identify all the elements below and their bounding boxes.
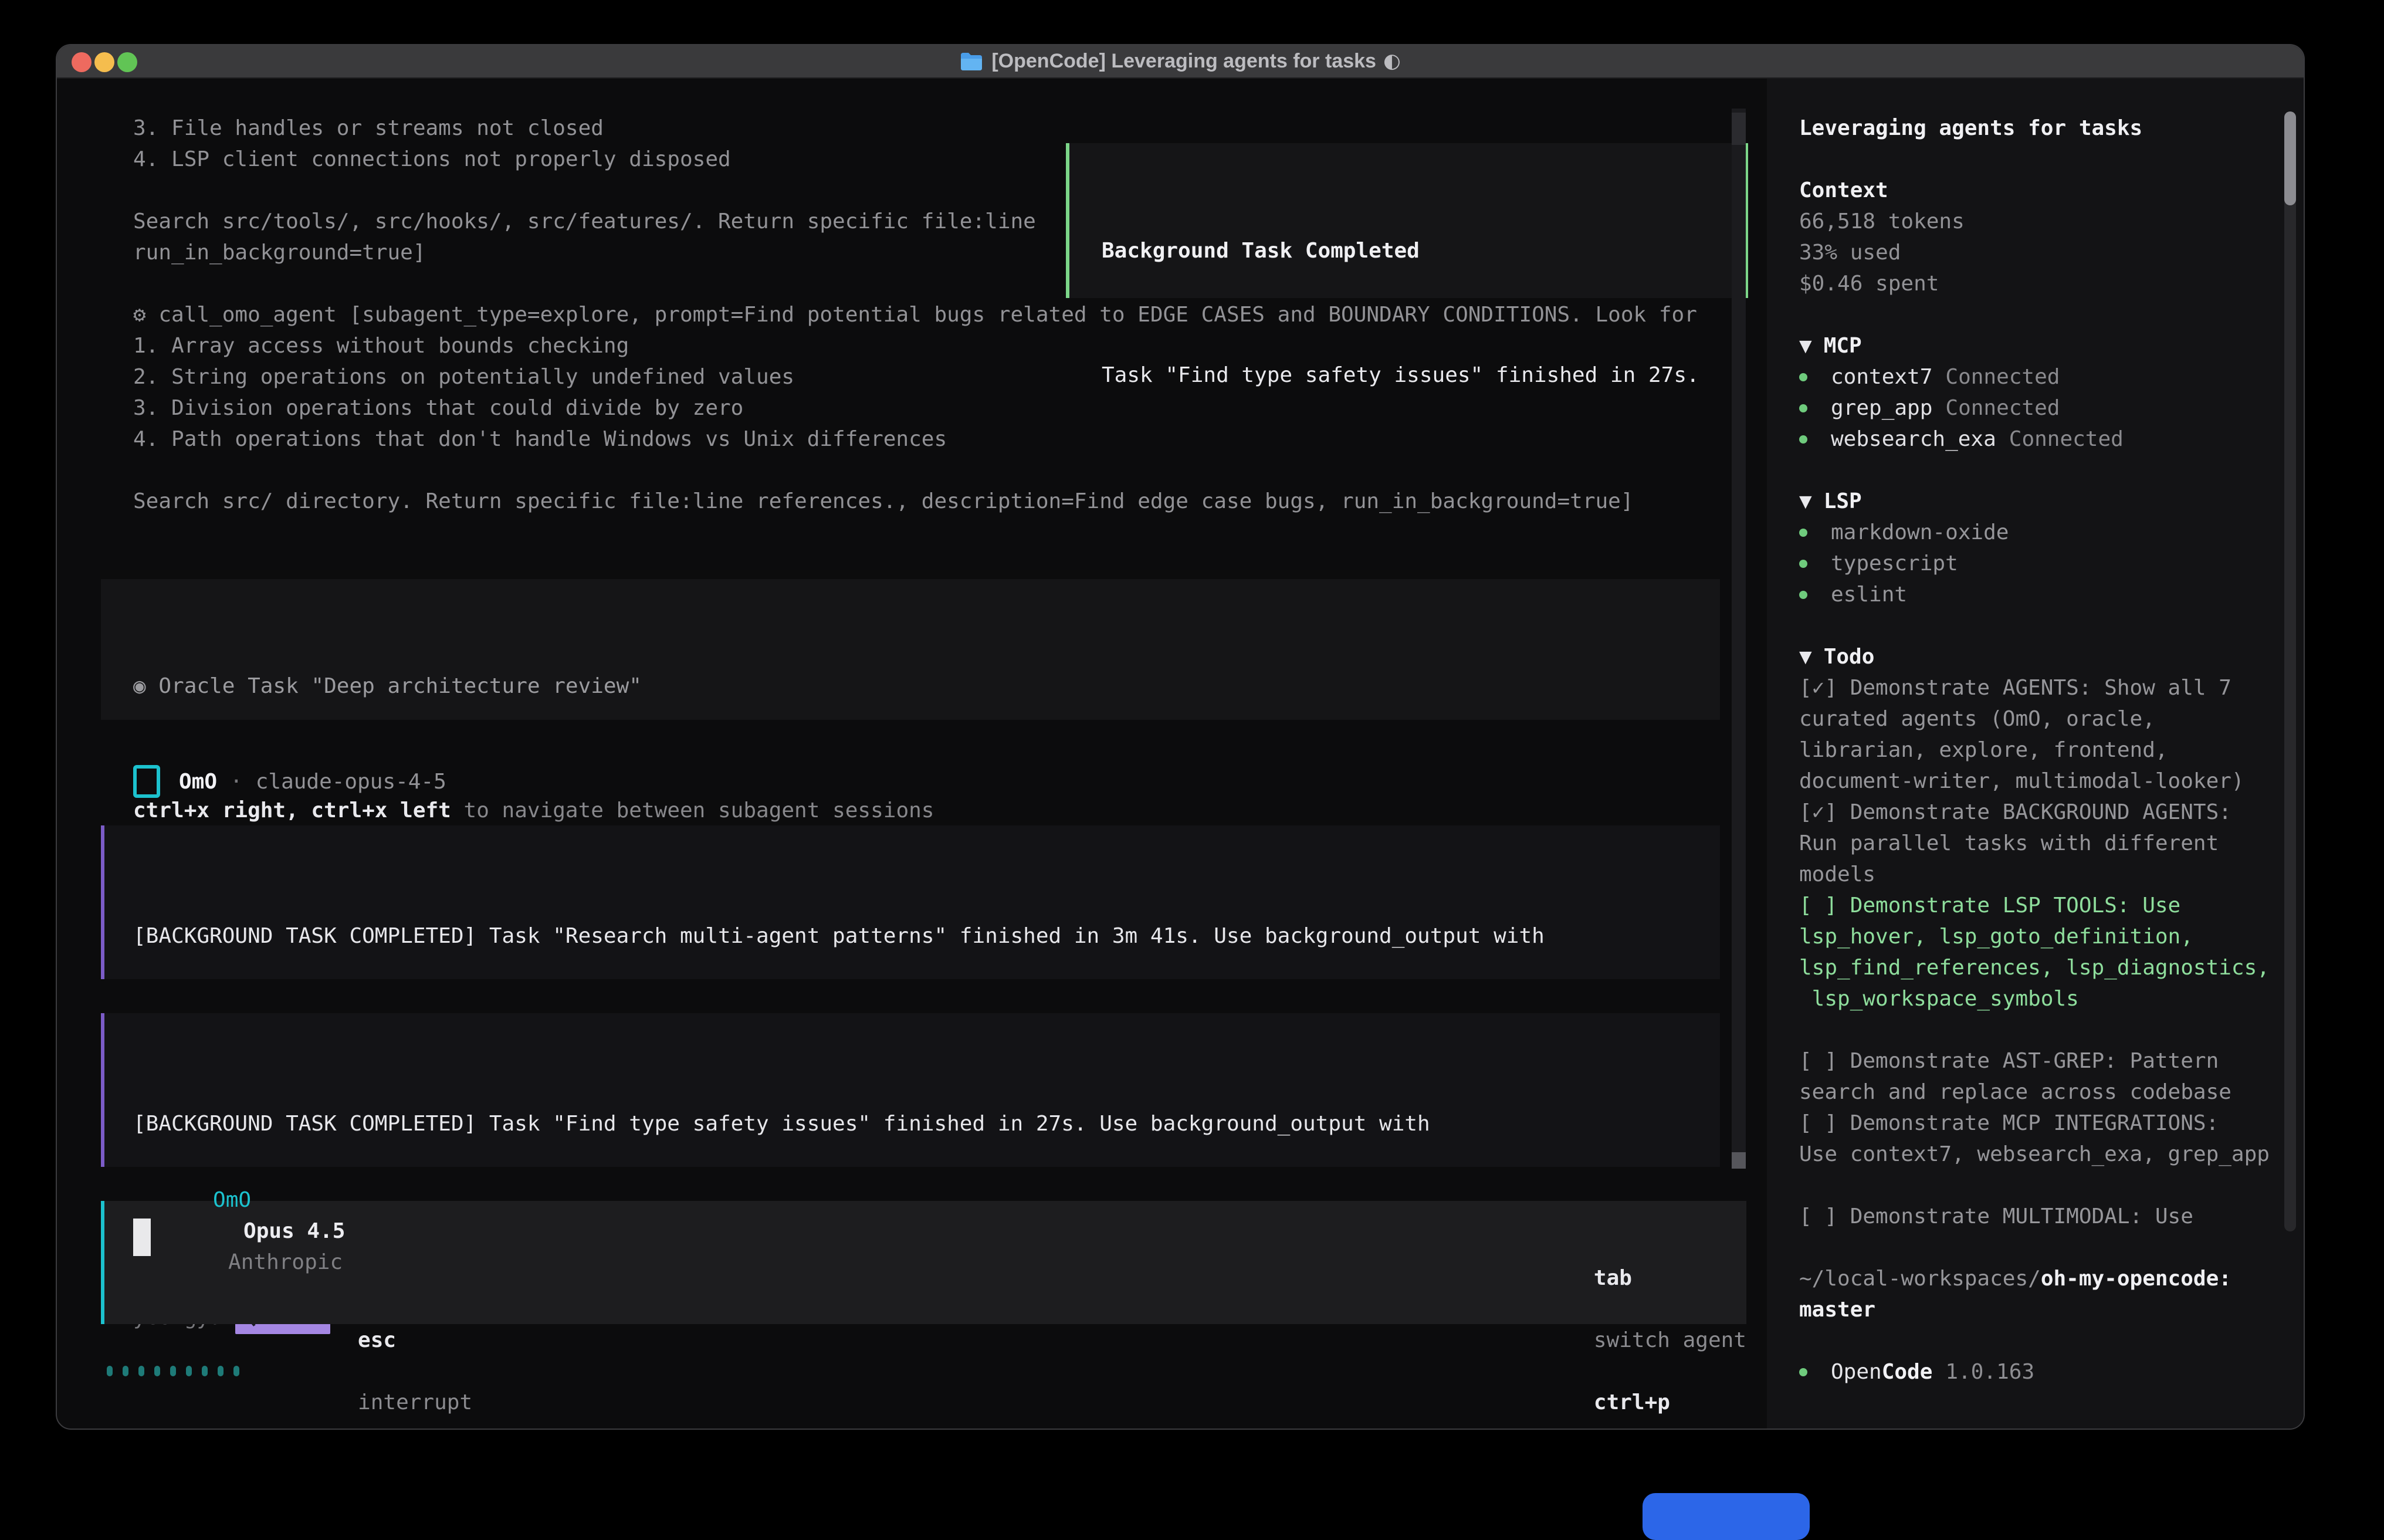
esc-key-hint[interactable]: esc (358, 1328, 396, 1352)
active-model-label[interactable]: Opus 4.5 (243, 1219, 345, 1243)
todo-item-pending: [ ] Demonstrate MULTIMODAL: Use (1799, 1201, 2305, 1232)
lsp-item: eslint (1799, 579, 2305, 610)
background-task-message[interactable]: [BACKGROUND TASK COMPLETED] Task "Find t… (101, 1013, 1720, 1167)
toast-body: Task "Find type safety issues" finished … (1102, 360, 1745, 391)
log-line (133, 455, 1731, 486)
mcp-item: websearch_exaConnected (1799, 424, 2305, 455)
working-spinner-dots (107, 1366, 249, 1376)
status-bar: esc interrupt tab switch agent ctrl+p co… (101, 1355, 1746, 1387)
dock-app-icon[interactable] (1643, 1493, 1810, 1540)
agent-avatar-icon (133, 765, 160, 798)
main-scrollbar-thumb[interactable] (1732, 1152, 1746, 1169)
context-section: Context 66,518 tokens 33% used $0.46 spe… (1799, 175, 2305, 299)
todo-heading[interactable]: ▼Todo (1799, 641, 2305, 672)
ctrlp-key-hint[interactable]: ctrl+p (1594, 1390, 1670, 1414)
active-agent-label: OmO (213, 1188, 251, 1212)
log-line: 1. Array access without bounds checking (133, 330, 1731, 361)
input-footer: OmO Opus 4.5 Anthropic (137, 1153, 345, 1309)
collapse-triangle-icon: ▼ (1799, 489, 1812, 513)
status-dot-icon (1799, 529, 1807, 537)
model-provider-label: Anthropic (228, 1250, 343, 1274)
status-dot-icon (1799, 404, 1807, 412)
esc-key-action: interrupt (358, 1390, 472, 1414)
folder-icon (960, 52, 983, 72)
oracle-task-headline: ◉ Oracle Task "Deep architecture review" (133, 671, 1720, 702)
log-line: 3. File handles or streams not closed (133, 113, 1731, 144)
agent-message-header: OmO · claude-opus-4-5 (133, 766, 446, 797)
todo-section: ▼Todo [✓] Demonstrate AGENTS: Show all 7… (1799, 641, 2305, 1232)
todo-item-pending: [ ] Demonstrate AST-GREP: Pattern search… (1799, 1045, 2305, 1108)
toast-title: Background Task Completed (1102, 235, 1745, 266)
background-task-toast: Background Task Completed Task "Find typ… (1066, 143, 1748, 298)
tab-key-hint[interactable]: tab (1594, 1266, 1632, 1290)
context-used: 33% used (1799, 237, 2305, 268)
oracle-task-panel[interactable]: ◉ Oracle Task "Deep architecture review"… (101, 579, 1720, 720)
context-heading: Context (1799, 175, 2305, 206)
collapse-triangle-icon: ▼ (1799, 334, 1812, 358)
window-title-suffix: ◐ (1383, 46, 1401, 77)
todo-item-pending: [ ] Demonstrate MCP INTEGRATIONS: Use co… (1799, 1108, 2305, 1170)
mcp-item: grep_appConnected (1799, 392, 2305, 424)
mcp-item: context7Connected (1799, 361, 2305, 392)
status-dot-icon (1799, 560, 1807, 568)
version-line: OpenCode 1.0.163 (1799, 1356, 2305, 1387)
context-tokens: 66,518 tokens (1799, 206, 2305, 237)
lsp-section: ▼LSP markdown-oxide typescript eslint (1799, 486, 2305, 610)
task-message-line: [BACKGROUND TASK COMPLETED] Task "Resear… (133, 920, 1720, 952)
separator-dot: · (230, 766, 243, 797)
workspace-branch: master (1799, 1294, 2305, 1325)
context-spent: $0.46 spent (1799, 268, 2305, 299)
main-scrollbar[interactable] (1732, 109, 1746, 1169)
window-title: [OpenCode] Leveraging agents for tasks (991, 46, 1376, 77)
mcp-section: ▼MCP context7Connected grep_appConnected… (1799, 330, 2305, 455)
tab-key-action: switch agent (1594, 1328, 1746, 1352)
session-sidebar[interactable]: Leveraging agents for tasks Context 66,5… (1767, 79, 2305, 1430)
zoom-window-button[interactable] (117, 52, 137, 72)
task-message-line: [BACKGROUND TASK COMPLETED] Task "Find t… (133, 1108, 1720, 1139)
collapse-triangle-icon: ▼ (1799, 645, 1812, 669)
subagent-navigation-hint: ctrl+x right, ctrl+x left to navigate be… (133, 795, 1720, 826)
status-dot-icon (1799, 591, 1807, 599)
hint-keybindings: ctrl+x right, ctrl+x left (133, 798, 451, 823)
sidebar-scrollbar[interactable] (2284, 111, 2296, 1231)
app-version: 1.0.163 (1945, 1356, 2034, 1387)
background-task-message[interactable]: [BACKGROUND TASK COMPLETED] Task "Resear… (101, 825, 1720, 979)
minimize-window-button[interactable] (94, 52, 114, 72)
status-dot-icon (1799, 1368, 1807, 1376)
log-line: Search src/ directory. Return specific f… (133, 486, 1731, 517)
sidebar-scrollbar-thumb[interactable] (2284, 111, 2296, 205)
session-title: Leveraging agents for tasks (1799, 113, 2305, 144)
lsp-item: typescript (1799, 548, 2305, 579)
lsp-item: markdown-oxide (1799, 517, 2305, 548)
app-name: Open (1831, 1356, 1882, 1387)
mcp-heading[interactable]: ▼MCP (1799, 330, 2305, 361)
agent-name: OmO (179, 766, 217, 797)
lsp-heading[interactable]: ▼LSP (1799, 486, 2305, 517)
titlebar[interactable]: [OpenCode] Leveraging agents for tasks ◐ (57, 45, 2304, 79)
terminal-window: [OpenCode] Leveraging agents for tasks ◐… (56, 44, 2305, 1430)
close-window-button[interactable] (72, 52, 92, 72)
agent-model: claude-opus-4-5 (256, 766, 446, 797)
traffic-lights (72, 52, 137, 72)
workspace-section: ~/local-workspaces/oh-my-opencode: maste… (1799, 1263, 2305, 1325)
todo-item-active: [ ] Demonstrate LSP TOOLS: Use lsp_hover… (1799, 890, 2305, 1014)
status-dot-icon (1799, 435, 1807, 444)
todo-item-done: [✓] Demonstrate AGENTS: Show all 7 curat… (1799, 672, 2305, 797)
workspace-path: ~/local-workspaces/oh-my-opencode: (1799, 1263, 2305, 1294)
status-dot-icon (1799, 373, 1807, 381)
todo-item-done: [✓] Demonstrate BACKGROUND AGENTS: Run p… (1799, 797, 2305, 890)
